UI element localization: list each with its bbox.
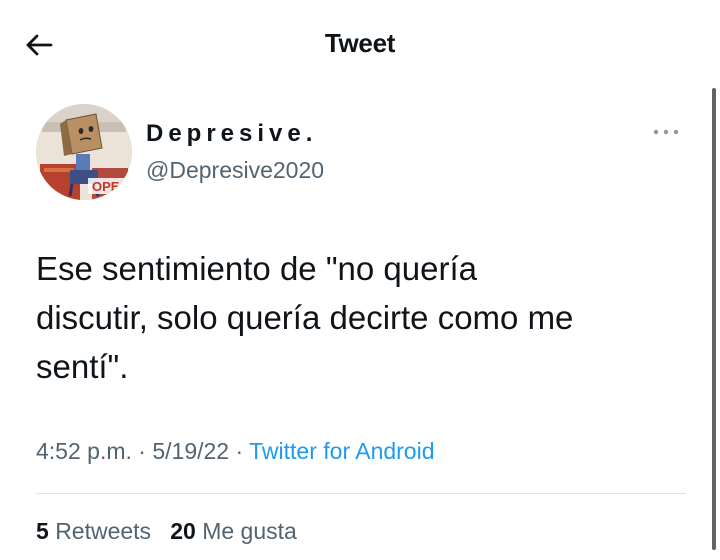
- tweet-time[interactable]: 4:52 p.m.: [36, 438, 132, 464]
- retweets-stat[interactable]: 5 Retweets: [36, 518, 157, 544]
- tweet-text: Ese sentimiento de "no quería discutir, …: [36, 244, 686, 391]
- likes-count: 20: [170, 518, 196, 544]
- tweet-meta: 4:52 p.m. · 5/19/22 · Twitter for Androi…: [36, 438, 435, 465]
- avatar-sign-text: OPE: [92, 179, 120, 194]
- likes-stat[interactable]: 20 Me gusta: [170, 518, 297, 544]
- meta-separator: ·: [138, 438, 146, 464]
- tweet-detail-page: Tweet OPE Depresive. @Depresive2020 Ese …: [0, 0, 720, 560]
- avatar[interactable]: OPE: [36, 104, 132, 200]
- retweets-count: 5: [36, 518, 49, 544]
- author-handle[interactable]: @Depresive2020: [146, 157, 324, 184]
- likes-label: Me gusta: [202, 518, 297, 544]
- tweet-text-line: sentí".: [36, 348, 129, 385]
- divider: [36, 493, 686, 494]
- tweet-text-line: discutir, solo quería decirte como me: [36, 299, 574, 336]
- author-name[interactable]: Depresive.: [146, 120, 317, 148]
- tweet-date[interactable]: 5/19/22: [152, 438, 229, 464]
- top-bar: Tweet: [0, 0, 720, 90]
- avatar-image: OPE: [36, 104, 132, 200]
- scrollbar[interactable]: [712, 88, 716, 550]
- more-horizontal-icon: [653, 129, 679, 135]
- tweet-stats: 5 Retweets 20 Me gusta: [36, 518, 297, 545]
- meta-separator: ·: [235, 438, 244, 464]
- tweet-source-link[interactable]: Twitter for Android: [249, 438, 434, 464]
- more-options-button[interactable]: [648, 122, 684, 142]
- retweets-label: Retweets: [55, 518, 152, 544]
- page-title: Tweet: [324, 28, 396, 58]
- tweet-text-line: Ese sentimiento de "no quería: [36, 250, 477, 287]
